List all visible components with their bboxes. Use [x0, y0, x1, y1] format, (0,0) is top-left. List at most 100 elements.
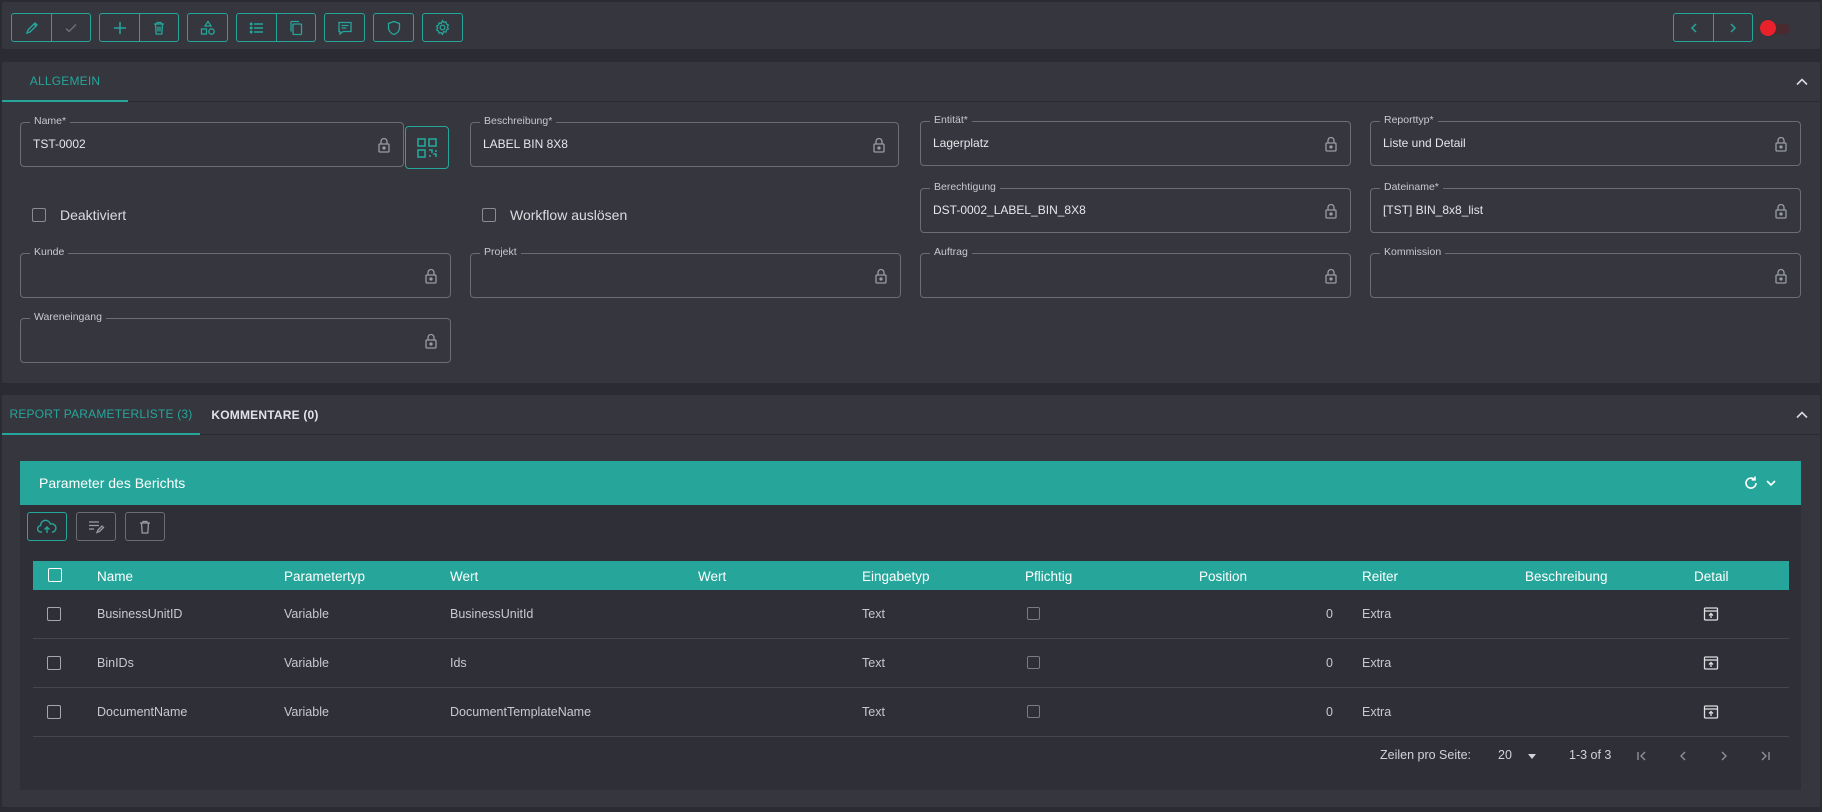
chevron-down-icon[interactable]: [1763, 475, 1779, 491]
auftrag-field[interactable]: Auftrag: [920, 246, 1351, 298]
row-checkbox[interactable]: [47, 705, 61, 719]
entitaet-label: Entität*: [930, 114, 972, 126]
berechtigung-field[interactable]: Berechtigung DST-0002_LABEL_BIN_8X8: [920, 181, 1351, 233]
col-wert-2[interactable]: Wert: [698, 569, 726, 584]
previous-record-button[interactable]: [1674, 14, 1713, 41]
reporttyp-field[interactable]: Reporttyp* Liste und Detail: [1370, 114, 1801, 166]
edit-button[interactable]: [12, 14, 51, 41]
beschreibung-field[interactable]: Beschreibung* LABEL BIN 8X8: [470, 115, 899, 167]
record-nav-group: [1673, 13, 1753, 42]
gear-icon: [435, 19, 450, 36]
col-parametertyp[interactable]: Parametertyp: [284, 569, 365, 584]
reporttyp-label: Reporttyp*: [1380, 114, 1438, 126]
workflow-checkbox[interactable]: Workflow auslösen: [482, 207, 627, 223]
beschreibung-value: LABEL BIN 8X8: [483, 137, 568, 151]
table-row[interactable]: DocumentName Variable DocumentTemplateNa…: [33, 688, 1789, 737]
add-delete-group: [99, 13, 179, 42]
delete-row-button[interactable]: [125, 512, 165, 541]
table-row[interactable]: BinIDs Variable Ids Text 0 Extra: [33, 639, 1789, 688]
col-reiter[interactable]: Reiter: [1362, 569, 1398, 584]
cell-name: BinIDs: [97, 656, 134, 670]
collapse-detail-button[interactable]: [1794, 407, 1810, 423]
lock-icon: [875, 268, 887, 284]
name-field[interactable]: Name* TST-0002: [20, 115, 404, 167]
cell-eingabetyp: Text: [862, 607, 885, 621]
pflichtig-checkbox: [1027, 705, 1040, 718]
col-position[interactable]: Position: [1199, 569, 1247, 584]
edit-list-icon: [89, 520, 105, 534]
cell-position: 0: [1326, 705, 1333, 719]
toggle-knob: [1760, 20, 1776, 36]
delete-button[interactable]: [139, 14, 178, 41]
previous-page-icon[interactable]: [1676, 749, 1690, 763]
caret-down-icon[interactable]: [1527, 752, 1537, 760]
copy-button[interactable]: [276, 14, 315, 41]
wareneingang-label: Wareneingang: [30, 311, 106, 323]
upload-button[interactable]: [27, 512, 67, 541]
card-header-actions: [1743, 475, 1779, 491]
checkbox-box[interactable]: [32, 208, 46, 222]
projekt-label: Projekt: [480, 246, 521, 258]
col-wert[interactable]: Wert: [450, 569, 478, 584]
rows-per-page-select[interactable]: 20: [1498, 748, 1512, 762]
name-value: TST-0002: [33, 137, 86, 151]
comment-button[interactable]: [325, 14, 364, 41]
collapse-general-button[interactable]: [1794, 74, 1810, 90]
permissions-button[interactable]: [374, 14, 413, 41]
cell-position: 0: [1326, 656, 1333, 670]
row-checkbox[interactable]: [47, 656, 61, 670]
reporttyp-value: Liste und Detail: [1383, 136, 1466, 150]
tab-allgemein[interactable]: ALLGEMEIN: [2, 62, 128, 102]
settings-button[interactable]: [423, 14, 462, 41]
cloud-upload-icon: [37, 519, 57, 533]
status-toggle[interactable]: [1760, 20, 1790, 36]
tab-kommentare[interactable]: KOMMENTARE (0): [210, 395, 320, 435]
last-page-icon[interactable]: [1758, 749, 1772, 763]
lock-icon: [378, 137, 390, 153]
deaktiviert-label: Deaktiviert: [60, 207, 127, 223]
kunde-label: Kunde: [30, 246, 69, 258]
qr-code-button[interactable]: [405, 126, 449, 169]
table-row[interactable]: BusinessUnitID Variable BusinessUnitId T…: [33, 590, 1789, 639]
open-detail-icon[interactable]: [1703, 704, 1719, 720]
row-checkbox[interactable]: [47, 607, 61, 621]
edit-list-button[interactable]: [76, 512, 116, 541]
next-record-button[interactable]: [1713, 14, 1752, 41]
cell-name: DocumentName: [97, 705, 188, 719]
save-button[interactable]: [51, 14, 90, 41]
entitaet-field[interactable]: Entität* Lagerplatz: [920, 114, 1351, 166]
next-page-icon[interactable]: [1717, 749, 1731, 763]
kommission-field[interactable]: Kommission: [1370, 246, 1801, 298]
open-detail-icon[interactable]: [1703, 655, 1719, 671]
checkbox-box[interactable]: [482, 208, 496, 222]
col-eingabetyp[interactable]: Eingabetyp: [862, 569, 930, 584]
kommission-label: Kommission: [1380, 246, 1446, 258]
dateiname-field[interactable]: Dateiname* [TST] BIN_8x8_list: [1370, 181, 1801, 233]
select-all-checkbox[interactable]: [48, 568, 62, 582]
pflichtig-checkbox: [1027, 656, 1040, 669]
col-beschreibung[interactable]: Beschreibung: [1525, 569, 1608, 584]
plus-icon: [113, 21, 126, 34]
kunde-field[interactable]: Kunde: [20, 246, 451, 298]
table-header: Name Parametertyp Wert Wert Eingabetyp P…: [33, 561, 1789, 590]
lock-icon: [1775, 268, 1787, 284]
refresh-icon[interactable]: [1743, 475, 1759, 491]
rows-per-page-label: Zeilen pro Seite:: [1380, 748, 1472, 762]
shapes-button[interactable]: [188, 14, 227, 41]
comment-icon: [337, 21, 352, 35]
tab-report-parameterliste[interactable]: REPORT PARAMETERLISTE (3): [2, 395, 200, 435]
comment-group: [324, 13, 365, 42]
shapes-icon: [200, 19, 215, 35]
col-pflichtig[interactable]: Pflichtig: [1025, 569, 1072, 584]
workflow-label: Workflow auslösen: [510, 207, 628, 223]
list-button[interactable]: [237, 14, 276, 41]
cell-reiter: Extra: [1362, 656, 1392, 670]
deaktiviert-checkbox[interactable]: Deaktiviert: [32, 207, 126, 223]
open-detail-icon[interactable]: [1703, 606, 1719, 622]
col-name[interactable]: Name: [97, 569, 133, 584]
first-page-icon[interactable]: [1635, 749, 1649, 763]
wareneingang-field[interactable]: Wareneingang: [20, 311, 451, 363]
add-button[interactable]: [100, 14, 139, 41]
projekt-field[interactable]: Projekt: [470, 246, 901, 298]
cell-parametertyp: Variable: [284, 607, 329, 621]
